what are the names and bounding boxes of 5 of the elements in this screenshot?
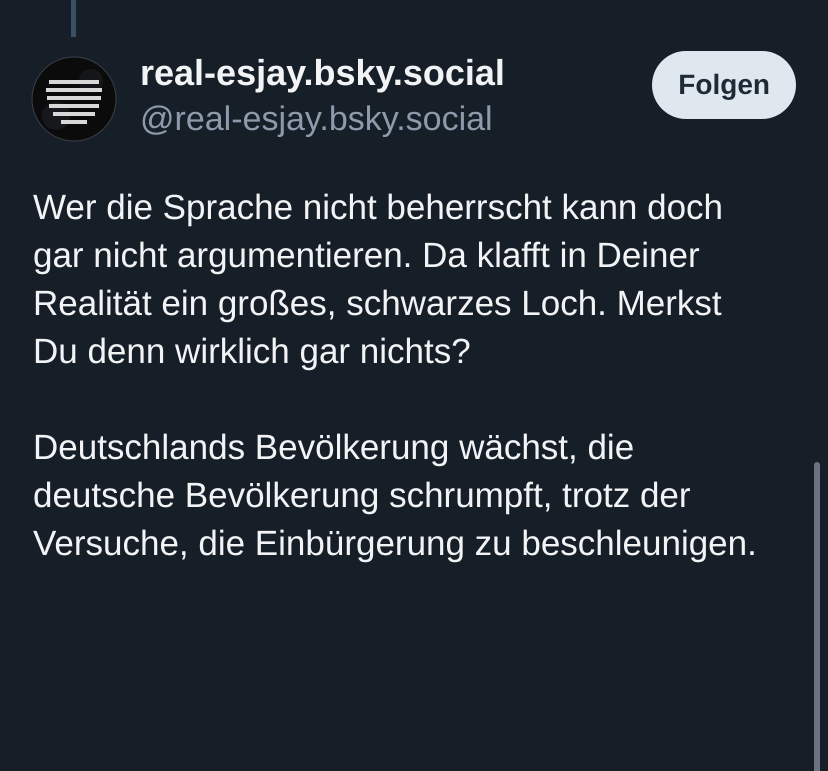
display-name[interactable]: real-esjay.bsky.social — [140, 49, 505, 97]
post-text: Wer die Sprache nicht beherrscht kann doch gar nicht argumentieren. Da klafft in Deiner Realität ein großes, schwarzes Loch. Merkst Du denn wirklich gar nichts? — [33, 187, 724, 373]
follow-button[interactable]: Folgen — [652, 51, 796, 119]
post-text: Deutschlands Bevölkerung wächst, die deutsche Bevölkerung schrumpft, trotz der Versuche, die Einbürgerung zu beschleunigen. — [33, 427, 757, 565]
user-handle[interactable]: @real-esjay.bsky.social — [140, 97, 505, 141]
